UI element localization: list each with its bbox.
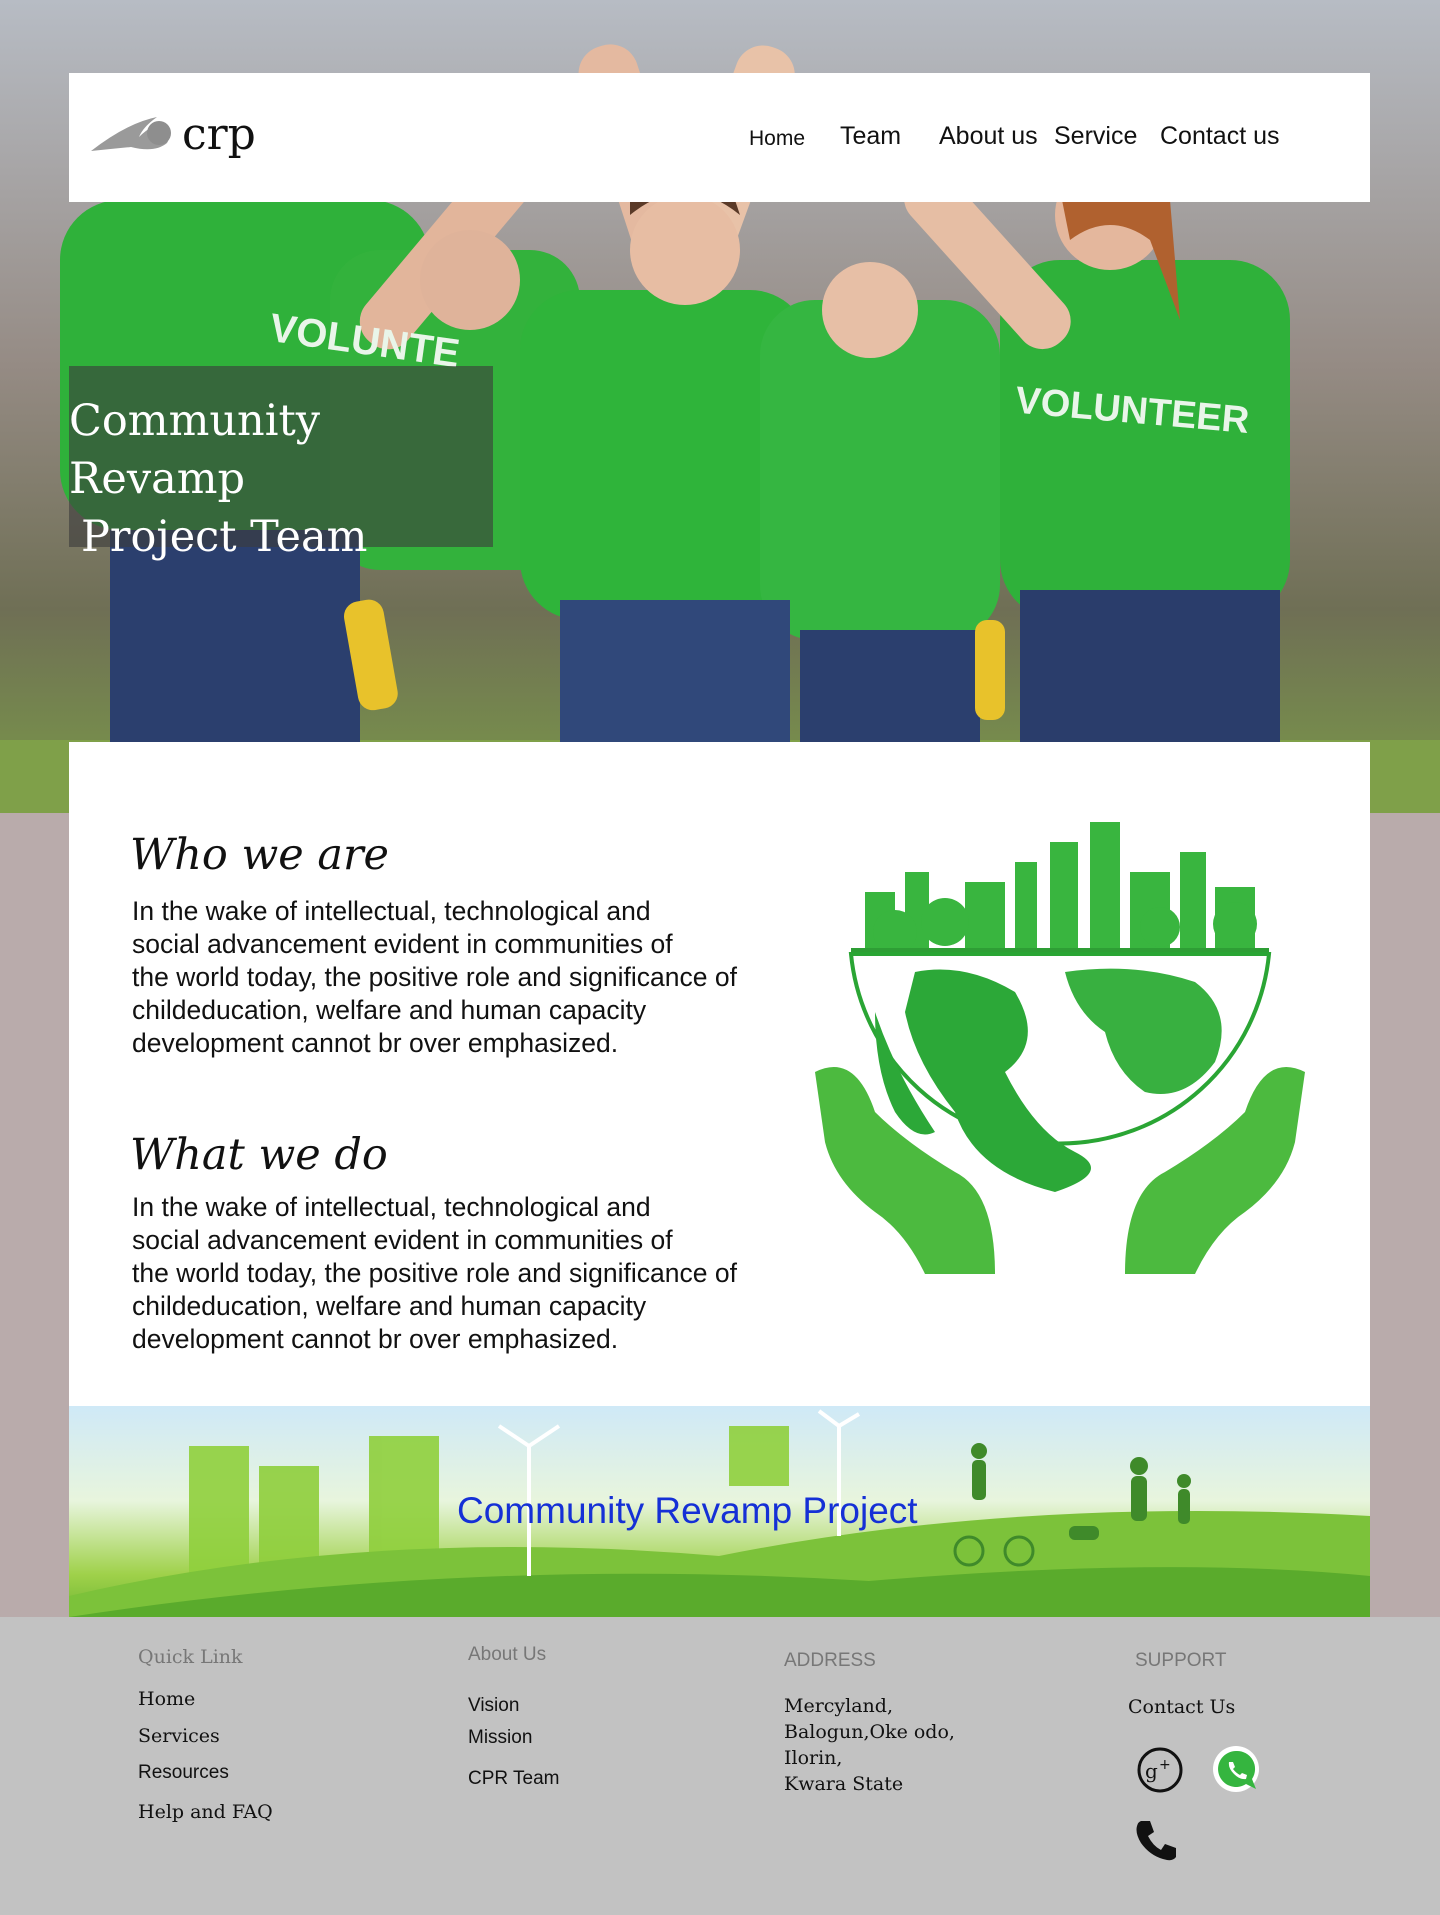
what-we-do-heading: What we do: [130, 1130, 388, 1180]
logo[interactable]: crp: [87, 103, 256, 173]
svg-text:g: g: [1145, 1759, 1158, 1783]
what-we-do-text: In the wake of intellectual, technologic…: [132, 1192, 737, 1354]
whatsapp-icon[interactable]: [1210, 1744, 1262, 1796]
who-we-are-heading: Who we are: [130, 830, 390, 880]
address-text: Mercyland, Balogun,Oke odo, Ilorin, Kwar…: [784, 1693, 955, 1797]
green-globe-hands-image: [815, 822, 1305, 1274]
hero-title-line2: Project Team: [81, 512, 368, 562]
about-section: Who we are In the wake of intellectual, …: [69, 742, 1370, 1406]
logo-text: crp: [182, 109, 256, 160]
quick-link-heading: Quick Link: [138, 1646, 243, 1668]
footer-link-cpr-team[interactable]: CPR Team: [468, 1768, 560, 1790]
community-banner: Community Revamp Project: [69, 1406, 1370, 1617]
address-line-1: Mercyland,: [784, 1695, 893, 1717]
address-heading: ADDRESS: [784, 1650, 876, 1671]
footer: Quick Link Home Services Resources Help …: [0, 1617, 1440, 1915]
footer-link-resources[interactable]: Resources: [138, 1762, 229, 1784]
who-we-are-text: In the wake of intellectual, technologic…: [132, 896, 737, 1058]
address-line-2: Balogun,Oke odo,: [784, 1721, 955, 1743]
hero-section: VOLUNTE VOLUNTEER crp Home Team About us…: [0, 0, 1440, 813]
navbar: crp Home Team About us Service Contact u…: [69, 73, 1370, 202]
hero-title-line1: Community Revamp: [69, 396, 321, 504]
footer-link-home[interactable]: Home: [138, 1688, 195, 1710]
nav-contact-us[interactable]: Contact us: [1160, 122, 1280, 151]
svg-text:+: +: [1159, 1757, 1171, 1773]
banner-title: Community Revamp Project: [457, 1490, 918, 1531]
bird-logo-icon: [91, 117, 171, 151]
address-line-3: Ilorin,: [784, 1747, 843, 1769]
hero-title: Community Revamp Project Team: [69, 392, 493, 566]
nav-team[interactable]: Team: [840, 122, 901, 151]
phone-icon[interactable]: [1133, 1817, 1179, 1863]
footer-link-vision[interactable]: Vision: [468, 1695, 519, 1717]
nav-about-us[interactable]: About us: [939, 122, 1038, 151]
support-heading: SUPPORT: [1135, 1650, 1227, 1671]
address-line-4: Kwara State: [784, 1773, 904, 1795]
footer-link-services[interactable]: Services: [138, 1725, 220, 1747]
nav-home[interactable]: Home: [749, 127, 805, 151]
google-plus-icon[interactable]: g +: [1135, 1745, 1185, 1795]
about-us-heading: About Us: [468, 1644, 547, 1665]
footer-link-contact-us[interactable]: Contact Us: [1128, 1696, 1235, 1718]
nav-service[interactable]: Service: [1054, 122, 1137, 151]
footer-link-help-faq[interactable]: Help and FAQ: [138, 1801, 273, 1823]
hero-title-box: Community Revamp Project Team: [69, 366, 493, 562]
footer-link-mission[interactable]: Mission: [468, 1727, 532, 1749]
